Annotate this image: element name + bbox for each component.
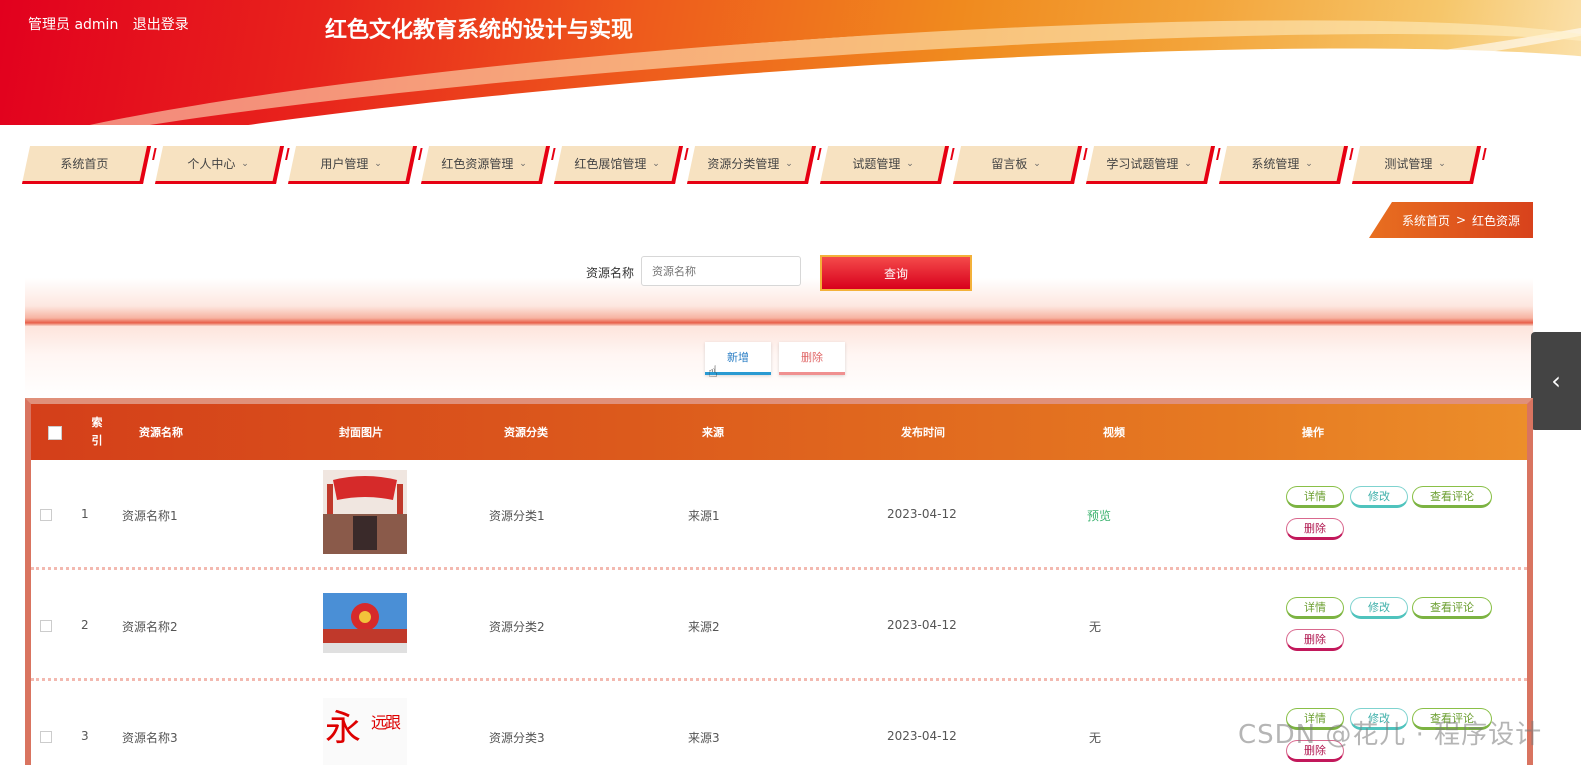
header-operations: 操作 — [1302, 426, 1324, 439]
chevron-down-icon: ⌄ — [374, 158, 382, 169]
delete-button[interactable]: 删除 — [1286, 629, 1344, 651]
chevron-down-icon: ⌄ — [241, 158, 249, 169]
header-name: 资源名称 — [139, 426, 183, 439]
nav-item-label: 系统管理 — [1251, 157, 1300, 171]
nav-item[interactable]: 用户管理 ⌄ — [287, 146, 418, 184]
row-checkbox[interactable] — [40, 509, 52, 521]
search-button[interactable]: 查询 — [820, 255, 972, 291]
nav-item[interactable]: 学习试题管理 ⌄ — [1085, 146, 1216, 184]
cover-image: 永远跟 — [323, 698, 407, 765]
chevron-down-icon: ⌄ — [1184, 158, 1192, 169]
watermark: CSDN @花儿 · 程序设计 — [1238, 720, 1543, 750]
view-comments-button[interactable]: 查看评论 — [1412, 486, 1492, 508]
chevron-down-icon: ⌄ — [1305, 158, 1313, 169]
cover-image — [323, 470, 407, 554]
row-publish-time: 2023-04-12 — [887, 507, 957, 521]
row-category: 资源分类3 — [489, 731, 545, 745]
cover-image — [323, 593, 407, 653]
table-row: 1 资源名称1 资源分类1 来源1 2023-04-12 预览 详情 修改 查看评论删除 — [31, 460, 1527, 570]
batch-delete-button[interactable]: 删除 — [779, 342, 845, 375]
breadcrumb: 系统首页 > 红色资源 — [1369, 202, 1533, 238]
chevron-down-icon: ⌄ — [906, 158, 914, 169]
nav-item[interactable]: 红色展馆管理 ⌄ — [553, 146, 684, 184]
row-name: 资源名称2 — [122, 620, 178, 634]
nav-item[interactable]: 试题管理 ⌄ — [819, 146, 950, 184]
search-label: 资源名称 — [586, 266, 635, 280]
nav-item-label: 留言板 — [991, 157, 1028, 171]
nav-item-label: 资源分类管理 — [707, 157, 780, 171]
table-header: 索 引 资源名称 封面图片 资源分类 来源 发布时间 视频 操作 — [31, 404, 1527, 460]
row-name: 资源名称1 — [122, 509, 178, 523]
detail-button[interactable]: 详情 — [1286, 597, 1344, 619]
edit-button[interactable]: 修改 — [1350, 597, 1408, 619]
row-source: 来源2 — [688, 620, 720, 634]
breadcrumb-home[interactable]: 系统首页 — [1402, 212, 1450, 229]
logout-link[interactable]: 退出登录 — [133, 17, 189, 33]
row-source: 来源3 — [688, 731, 720, 745]
header-source: 来源 — [702, 426, 724, 439]
user-label: 管理员 admin — [28, 17, 119, 33]
nav-item-label: 学习试题管理 — [1106, 157, 1179, 171]
nav-item[interactable]: 系统管理 ⌄ — [1218, 146, 1349, 184]
row-source: 来源1 — [688, 509, 720, 523]
search-panel: 资源名称 查询 — [25, 246, 1533, 326]
nav-item[interactable]: 测试管理 ⌄ — [1351, 146, 1482, 184]
row-category: 资源分类1 — [489, 509, 545, 523]
view-comments-button[interactable]: 查看评论 — [1412, 597, 1492, 619]
table-row: 2 资源名称2 资源分类2 来源2 2023-04-12 无 详情 修改 查看评论删除 — [31, 571, 1527, 681]
row-checkbox[interactable] — [40, 620, 52, 632]
video-preview-link[interactable]: 预览 — [1087, 507, 1111, 524]
header-banner — [0, 0, 1581, 125]
nav-item-label: 测试管理 — [1384, 157, 1433, 171]
chevron-down-icon: ⌄ — [785, 158, 793, 169]
row-index: 1 — [81, 507, 89, 521]
nav-item-label: 系统首页 — [60, 157, 109, 171]
breadcrumb-current: 红色资源 — [1472, 213, 1521, 228]
nav-item-label: 红色资源管理 — [441, 157, 514, 171]
side-panel-toggle[interactable]: ‹ — [1531, 332, 1581, 430]
site-title: 红色文化教育系统的设计与实现 — [325, 18, 634, 43]
nav-item[interactable]: 红色资源管理 ⌄ — [420, 146, 551, 184]
row-video: 无 — [1089, 731, 1102, 745]
breadcrumb-separator: > — [1455, 213, 1467, 227]
row-category: 资源分类2 — [489, 620, 545, 634]
nav-item[interactable]: 系统首页 — [21, 146, 152, 184]
resource-table: 索 引 资源名称 封面图片 资源分类 来源 发布时间 视频 操作 1 资源名称1 资… — [25, 398, 1533, 765]
chevron-down-icon: ⌄ — [519, 158, 527, 169]
select-all-checkbox[interactable] — [48, 426, 62, 440]
chevron-down-icon: ⌄ — [652, 158, 660, 169]
nav-item-label: 试题管理 — [852, 157, 901, 171]
user-info: 管理员 admin 退出登录 — [28, 14, 189, 34]
chevron-down-icon: ⌄ — [1438, 158, 1446, 169]
header-cover: 封面图片 — [339, 426, 383, 439]
resource-name-input[interactable] — [641, 256, 801, 286]
action-panel: 新增 删除 — [25, 326, 1533, 398]
nav-item[interactable]: 留言板 ⌄ — [952, 146, 1083, 184]
delete-button[interactable]: 删除 — [1286, 518, 1344, 540]
nav-item-label: 用户管理 — [320, 157, 369, 171]
svg-text:跟: 跟 — [385, 713, 401, 732]
row-name: 资源名称3 — [122, 731, 178, 745]
hand-cursor-icon: ☝ — [708, 362, 718, 381]
header-publish-time: 发布时间 — [901, 426, 945, 439]
row-checkbox[interactable] — [40, 731, 52, 743]
nav-item[interactable]: 个人中心 ⌄ — [154, 146, 285, 184]
chevron-left-icon: ‹ — [1551, 367, 1561, 395]
row-index: 2 — [81, 618, 89, 632]
row-index: 3 — [81, 729, 89, 743]
row-publish-time: 2023-04-12 — [887, 729, 957, 743]
nav-item[interactable]: 资源分类管理 ⌄ — [686, 146, 817, 184]
nav-item-label: 个人中心 — [187, 157, 236, 171]
detail-button[interactable]: 详情 — [1286, 486, 1344, 508]
nav-item-label: 红色展馆管理 — [574, 157, 647, 171]
chevron-down-icon: ⌄ — [1033, 158, 1041, 169]
header-video: 视频 — [1103, 426, 1125, 439]
header-index: 索 引 — [91, 416, 103, 447]
header-category: 资源分类 — [504, 426, 548, 439]
edit-button[interactable]: 修改 — [1350, 486, 1408, 508]
svg-text:永: 永 — [325, 708, 361, 749]
main-nav: 系统首页 个人中心 ⌄ 用户管理 ⌄ 红色资源管理 ⌄ 红色展馆管理 ⌄ 资源分类管理 ⌄ 试题管理 ⌄… — [21, 146, 1526, 186]
row-publish-time: 2023-04-12 — [887, 618, 957, 632]
row-video: 无 — [1089, 620, 1102, 634]
